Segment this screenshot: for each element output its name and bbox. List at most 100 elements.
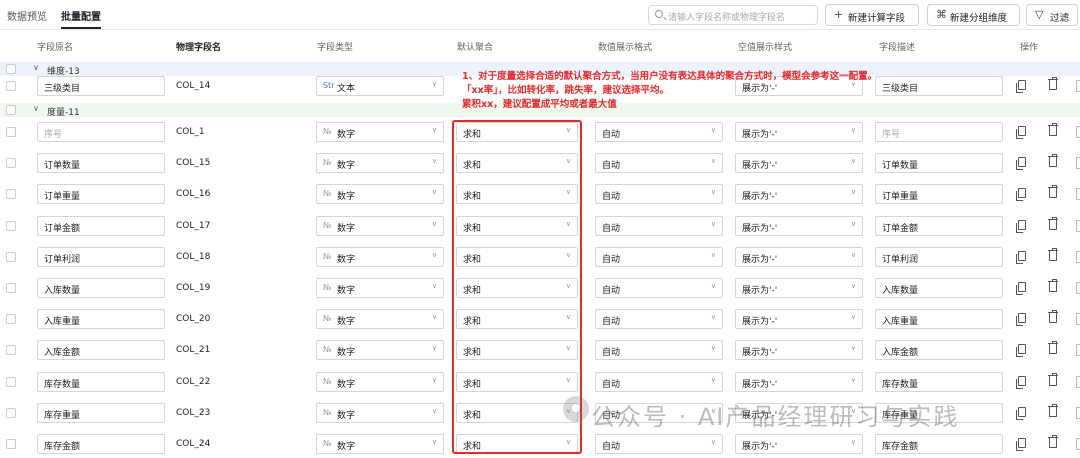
copy-icon[interactable] xyxy=(1016,80,1026,93)
group-checkbox[interactable] xyxy=(6,64,16,74)
more-icon[interactable] xyxy=(1076,220,1080,232)
field-name-input[interactable]: 三级类目 xyxy=(37,76,165,96)
description-input[interactable]: 订单金额 xyxy=(875,216,1003,236)
field-name-input[interactable]: 订单数量 xyxy=(37,153,165,173)
description-input[interactable]: 入库金额 xyxy=(875,340,1003,360)
row-checkbox[interactable] xyxy=(6,377,16,387)
more-icon[interactable] xyxy=(1076,188,1080,200)
more-icon[interactable] xyxy=(1076,126,1080,138)
more-icon[interactable] xyxy=(1076,344,1080,356)
field-name-input[interactable]: 入库重量 xyxy=(37,309,165,329)
more-icon[interactable] xyxy=(1076,157,1080,169)
delete-icon[interactable] xyxy=(1048,373,1058,386)
copy-icon[interactable] xyxy=(1016,376,1026,389)
delete-icon[interactable] xyxy=(1048,185,1058,198)
description-input[interactable]: 库存数量 xyxy=(875,372,1003,392)
filter-button[interactable]: ▽ 过滤 xyxy=(1026,4,1078,26)
row-checkbox[interactable] xyxy=(6,345,16,355)
copy-icon[interactable] xyxy=(1016,407,1026,420)
null-style-select[interactable]: 展示为'-' ∨ xyxy=(735,122,863,142)
null-style-select[interactable]: 展示为'-' ∨ xyxy=(735,340,863,360)
field-name-input[interactable]: 入库金额 xyxy=(37,340,165,360)
tab-data-preview[interactable]: 数据预览 xyxy=(7,8,47,23)
row-checkbox[interactable] xyxy=(6,189,16,199)
chevron-down-icon[interactable]: ∨ xyxy=(33,63,39,72)
number-format-select[interactable]: 自动 ∨ xyxy=(595,309,723,329)
delete-icon[interactable] xyxy=(1048,341,1058,354)
null-style-select[interactable]: 展示为'-' ∨ xyxy=(735,184,863,204)
delete-icon[interactable] xyxy=(1048,154,1058,167)
delete-icon[interactable] xyxy=(1048,435,1058,448)
delete-icon[interactable] xyxy=(1048,123,1058,136)
copy-icon[interactable] xyxy=(1016,220,1026,233)
description-input[interactable]: 序号 xyxy=(875,122,1003,142)
more-icon[interactable] xyxy=(1076,251,1080,263)
number-format-select[interactable]: 自动 ∨ xyxy=(595,372,723,392)
field-type-select[interactable]: Str 文本 ∨ xyxy=(316,76,444,96)
null-style-select[interactable]: 展示为'-' ∨ xyxy=(735,372,863,392)
delete-icon[interactable] xyxy=(1048,248,1058,261)
more-icon[interactable] xyxy=(1076,313,1080,325)
search-input[interactable]: 请输入字段名称或物理字段名 xyxy=(648,5,818,25)
new-calc-field-button[interactable]: + 新建计算字段 xyxy=(825,4,919,26)
more-icon[interactable] xyxy=(1076,407,1080,419)
field-type-select[interactable]: № 数字 ∨ xyxy=(316,184,444,204)
delete-icon[interactable] xyxy=(1048,404,1058,417)
group-checkbox[interactable] xyxy=(6,105,16,115)
description-input[interactable]: 订单利润 xyxy=(875,247,1003,267)
null-style-select[interactable]: 展示为'-' ∨ xyxy=(735,216,863,236)
copy-icon[interactable] xyxy=(1016,188,1026,201)
field-type-select[interactable]: № 数字 ∨ xyxy=(316,153,444,173)
more-icon[interactable] xyxy=(1076,282,1080,294)
field-type-select[interactable]: № 数字 ∨ xyxy=(316,309,444,329)
copy-icon[interactable] xyxy=(1016,157,1026,170)
null-style-select[interactable]: 展示为'-' ∨ xyxy=(735,153,863,173)
field-name-input[interactable]: 序号 xyxy=(37,122,165,142)
null-style-select[interactable]: 展示为'-' ∨ xyxy=(735,309,863,329)
field-name-input[interactable]: 订单金额 xyxy=(37,216,165,236)
field-type-select[interactable]: № 数字 ∨ xyxy=(316,122,444,142)
new-group-dim-button[interactable]: ⌘ 新建分组维度 xyxy=(927,4,1020,26)
field-name-input[interactable]: 入库数量 xyxy=(37,278,165,298)
row-checkbox[interactable] xyxy=(6,283,16,293)
description-input[interactable]: 库存金额 xyxy=(875,434,1003,454)
field-type-select[interactable]: № 数字 ∨ xyxy=(316,434,444,454)
row-checkbox[interactable] xyxy=(6,221,16,231)
chevron-down-icon[interactable]: ∨ xyxy=(33,104,39,113)
field-name-input[interactable]: 订单利润 xyxy=(37,247,165,267)
row-checkbox[interactable] xyxy=(6,158,16,168)
null-style-select[interactable]: 展示为'-' ∨ xyxy=(735,434,863,454)
delete-icon[interactable] xyxy=(1048,279,1058,292)
description-input[interactable]: 订单数量 xyxy=(875,153,1003,173)
more-icon[interactable] xyxy=(1076,438,1080,450)
row-checkbox[interactable] xyxy=(6,252,16,262)
number-format-select[interactable]: 自动 ∨ xyxy=(595,247,723,267)
null-style-select[interactable]: 展示为'-' ∨ xyxy=(735,278,863,298)
row-checkbox[interactable] xyxy=(6,439,16,449)
field-name-input[interactable]: 库存重量 xyxy=(37,403,165,423)
field-type-select[interactable]: № 数字 ∨ xyxy=(316,278,444,298)
number-format-select[interactable]: 自动 ∨ xyxy=(595,153,723,173)
field-type-select[interactable]: № 数字 ∨ xyxy=(316,340,444,360)
more-icon[interactable] xyxy=(1076,376,1080,388)
description-input[interactable]: 三级类目 xyxy=(875,76,1003,96)
copy-icon[interactable] xyxy=(1016,282,1026,295)
number-format-select[interactable]: 自动 ∨ xyxy=(595,216,723,236)
copy-icon[interactable] xyxy=(1016,344,1026,357)
field-name-input[interactable]: 库存金额 xyxy=(37,434,165,454)
copy-icon[interactable] xyxy=(1016,251,1026,264)
delete-icon[interactable] xyxy=(1048,77,1058,90)
delete-icon[interactable] xyxy=(1048,310,1058,323)
more-icon[interactable] xyxy=(1076,80,1080,92)
number-format-select[interactable]: 自动 ∨ xyxy=(595,434,723,454)
copy-icon[interactable] xyxy=(1016,438,1026,451)
field-name-input[interactable]: 库存数量 xyxy=(37,372,165,392)
number-format-select[interactable]: 自动 ∨ xyxy=(595,340,723,360)
delete-icon[interactable] xyxy=(1048,217,1058,230)
field-name-input[interactable]: 订单重量 xyxy=(37,184,165,204)
row-checkbox[interactable] xyxy=(6,127,16,137)
field-type-select[interactable]: № 数字 ∨ xyxy=(316,403,444,423)
description-input[interactable]: 订单重量 xyxy=(875,184,1003,204)
description-input[interactable]: 入库数量 xyxy=(875,278,1003,298)
row-checkbox[interactable] xyxy=(6,81,16,91)
